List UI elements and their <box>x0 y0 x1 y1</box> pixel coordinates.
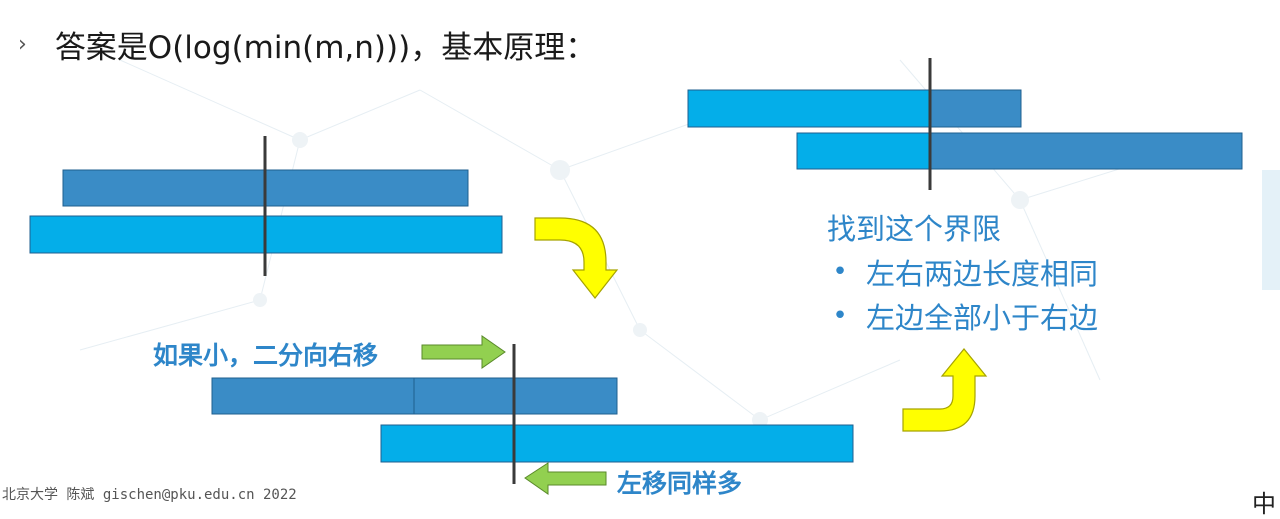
boundary-conditions-list: • 左右两边长度相同 • 左边全部小于右边 <box>826 250 1098 338</box>
array-bar-light-4 <box>796 132 931 170</box>
yellow-curved-arrow-up <box>902 348 988 432</box>
boundary-title: 找到这个界限 <box>827 212 1002 246</box>
green-arrow-right <box>421 335 506 369</box>
list-item: • 左右两边长度相同 <box>826 250 1098 294</box>
condition-left-smaller: 左边全部小于右边 <box>866 301 1099 335</box>
logo-icon: 中 <box>1252 490 1276 518</box>
shift-right-label: 如果小，二分向右移 <box>153 341 379 370</box>
array-bar-dark-4 <box>929 132 1243 170</box>
green-arrow-left <box>524 462 607 495</box>
bullet-dot: • <box>832 257 848 287</box>
array-bar-light-2 <box>380 424 854 463</box>
list-item: • 左边全部小于右边 <box>826 294 1098 338</box>
yellow-curved-arrow-down <box>534 217 619 299</box>
bullet-dot: • <box>832 301 848 331</box>
array-bar-dark-3 <box>929 89 1022 128</box>
footer-credit: 北京大学 陈斌 gischen@pku.edu.cn 2022 <box>2 487 297 503</box>
array-bar-light-3 <box>687 89 931 128</box>
shift-left-label: 左移同样多 <box>617 469 743 498</box>
condition-equal-length: 左右两边长度相同 <box>866 257 1099 291</box>
